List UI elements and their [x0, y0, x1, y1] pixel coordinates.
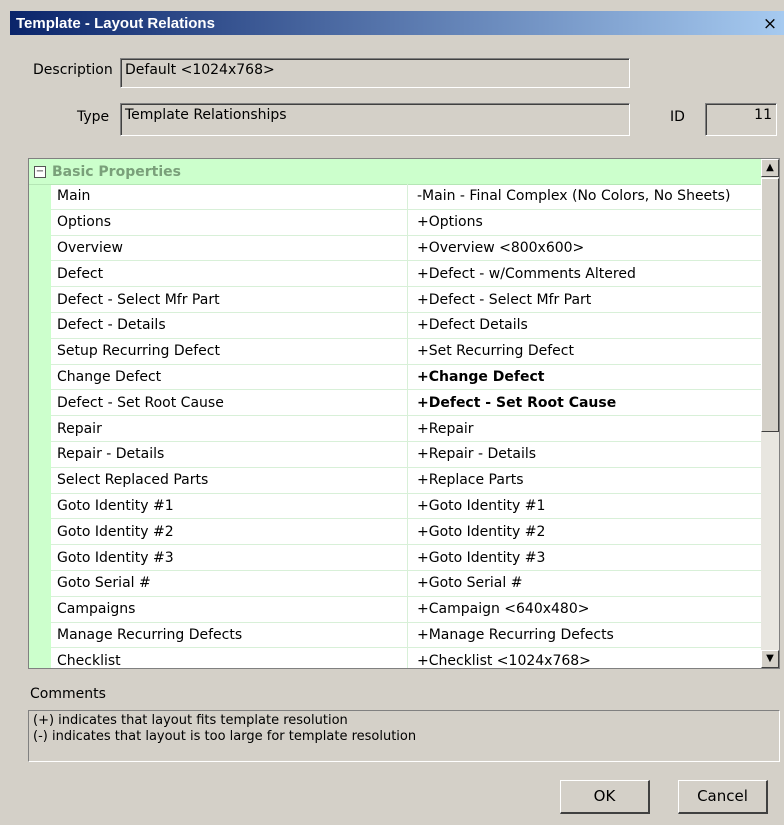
- property-row[interactable]: Defect - Select Mfr Part +Defect - Select…: [51, 287, 761, 313]
- comments-line-2: (-) indicates that layout is too large f…: [33, 729, 417, 744]
- property-value[interactable]: +Defect - w/Comments Altered: [408, 261, 761, 286]
- cancel-button-label: Cancel: [697, 787, 748, 805]
- property-value[interactable]: +Repair: [408, 416, 761, 441]
- property-value[interactable]: +Goto Identity #1: [408, 494, 761, 519]
- property-key: Options: [51, 209, 408, 235]
- comments-label: Comments: [30, 686, 106, 702]
- property-key: Repair: [51, 416, 408, 441]
- type-field[interactable]: Template Relationships: [120, 103, 630, 136]
- property-row[interactable]: Change Defect +Change Defect: [51, 364, 761, 391]
- property-value[interactable]: +Goto Serial #: [408, 571, 761, 596]
- property-value[interactable]: +Defect - Set Root Cause: [408, 390, 761, 415]
- property-grid[interactable]: − Basic Properties Main -Main - Final Com…: [28, 158, 780, 669]
- property-grid-body: − Basic Properties Main -Main - Final Com…: [29, 159, 761, 668]
- vertical-scrollbar[interactable]: ▲ ▼: [761, 159, 779, 668]
- property-key: Goto Identity #3: [51, 545, 408, 570]
- property-row[interactable]: Goto Serial # +Goto Serial #: [51, 570, 761, 597]
- category-basic-properties[interactable]: − Basic Properties: [29, 159, 761, 185]
- property-value[interactable]: +Goto Identity #2: [408, 519, 761, 544]
- property-key: Change Defect: [51, 364, 408, 390]
- property-value[interactable]: +Campaign <640x480>: [408, 597, 761, 622]
- property-value[interactable]: +Overview <800x600>: [408, 236, 761, 261]
- property-key: Manage Recurring Defects: [51, 622, 408, 648]
- type-label: Type: [77, 109, 110, 125]
- property-row[interactable]: Select Replaced Parts +Replace Parts: [51, 467, 761, 494]
- property-key: Checklist: [51, 648, 408, 668]
- property-key: Defect - Select Mfr Part: [51, 287, 408, 312]
- property-row[interactable]: Setup Recurring Defect +Set Recurring Def…: [51, 338, 761, 365]
- property-value[interactable]: +Defect - Select Mfr Part: [408, 287, 761, 312]
- property-row[interactable]: Repair +Repair: [51, 416, 761, 442]
- property-key: Campaigns: [51, 596, 408, 622]
- property-key: Select Replaced Parts: [51, 467, 408, 493]
- property-key: Defect: [51, 261, 408, 287]
- property-key: Goto Serial #: [51, 570, 408, 596]
- property-value[interactable]: +Change Defect: [408, 365, 761, 390]
- property-value[interactable]: +Repair - Details: [408, 442, 761, 467]
- property-value[interactable]: +Set Recurring Defect: [408, 339, 761, 364]
- property-value[interactable]: +Goto Identity #3: [408, 545, 761, 570]
- comments-line-1: (+) indicates that layout fits template …: [33, 713, 348, 728]
- property-row[interactable]: Checklist +Checklist <1024x768>: [51, 648, 761, 668]
- property-row[interactable]: Overview +Overview <800x600>: [51, 235, 761, 262]
- property-row[interactable]: Goto Identity #1 +Goto Identity #1: [51, 493, 761, 520]
- comments-box[interactable]: (+) indicates that layout fits template …: [28, 710, 780, 762]
- property-key: Defect - Details: [51, 312, 408, 338]
- id-label: ID: [670, 109, 685, 125]
- collapse-icon[interactable]: −: [34, 165, 46, 178]
- title-bar: Template - Layout Relations: [10, 11, 784, 35]
- property-row[interactable]: Defect +Defect - w/Comments Altered: [51, 261, 761, 288]
- property-value[interactable]: -Main - Final Complex (No Colors, No She…: [408, 184, 761, 209]
- id-field[interactable]: 11: [705, 103, 777, 136]
- cancel-button[interactable]: Cancel: [678, 780, 768, 814]
- property-key: Repair - Details: [51, 441, 408, 467]
- category-margin: [29, 184, 51, 668]
- property-row[interactable]: Options +Options: [51, 209, 761, 236]
- property-row[interactable]: Defect - Set Root Cause +Defect - Set Roo…: [51, 390, 761, 417]
- property-value[interactable]: +Manage Recurring Defects: [408, 623, 761, 648]
- scroll-down-icon[interactable]: ▼: [761, 650, 779, 668]
- property-row[interactable]: Repair - Details +Repair - Details: [51, 441, 761, 468]
- property-key: Goto Identity #1: [51, 493, 408, 519]
- property-row[interactable]: Goto Identity #3 +Goto Identity #3: [51, 545, 761, 571]
- property-key: Defect - Set Root Cause: [51, 390, 408, 416]
- description-label: Description: [33, 62, 113, 78]
- scroll-thumb[interactable]: [761, 178, 779, 432]
- scroll-up-icon[interactable]: ▲: [761, 159, 779, 177]
- property-row[interactable]: Campaigns +Campaign <640x480>: [51, 596, 761, 623]
- property-row[interactable]: Goto Identity #2 +Goto Identity #2: [51, 519, 761, 546]
- property-key: Setup Recurring Defect: [51, 338, 408, 364]
- window-title: Template - Layout Relations: [16, 14, 215, 32]
- property-row[interactable]: Manage Recurring Defects +Manage Recurrin…: [51, 622, 761, 649]
- description-field[interactable]: Default <1024x768>: [120, 58, 630, 88]
- property-key: Main: [51, 184, 408, 209]
- property-rows: Main -Main - Final Complex (No Colors, No…: [51, 184, 761, 668]
- ok-button-label: OK: [593, 787, 616, 805]
- property-value[interactable]: +Checklist <1024x768>: [408, 648, 761, 668]
- property-key: Overview: [51, 235, 408, 261]
- property-key: Goto Identity #2: [51, 519, 408, 545]
- ok-button[interactable]: OK: [560, 780, 650, 814]
- property-value[interactable]: +Options: [408, 210, 761, 235]
- property-value[interactable]: +Defect Details: [408, 313, 761, 338]
- property-row[interactable]: Defect - Details +Defect Details: [51, 312, 761, 339]
- property-row[interactable]: Main -Main - Final Complex (No Colors, No…: [51, 184, 761, 210]
- close-icon[interactable]: ×: [757, 15, 783, 33]
- property-value[interactable]: +Replace Parts: [408, 468, 761, 493]
- category-label: Basic Properties: [52, 163, 181, 180]
